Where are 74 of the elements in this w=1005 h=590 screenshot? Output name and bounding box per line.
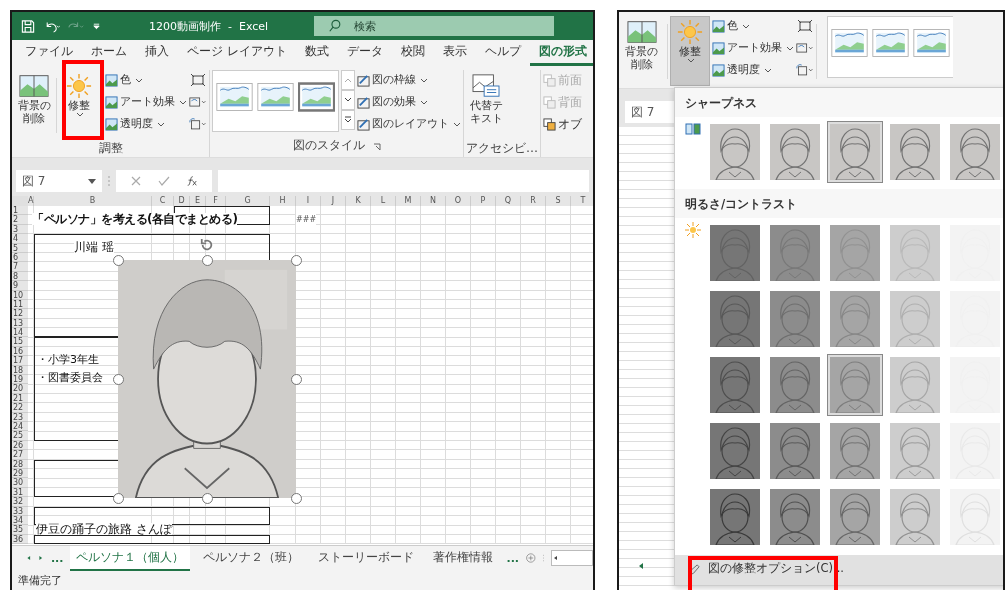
column-header[interactable]: J <box>321 196 346 206</box>
name-box[interactable]: 図 7 <box>625 101 675 123</box>
more-sheets-button[interactable]: ... <box>50 551 64 565</box>
row-header[interactable]: 7 <box>12 262 28 272</box>
column-header[interactable]: B <box>34 196 152 206</box>
ribbon-tab[interactable]: 校閲 <box>391 40 434 66</box>
column-header[interactable]: P <box>471 196 496 206</box>
cell-text: ### <box>296 214 317 227</box>
window-title: 1200動画制作 - Excel <box>149 18 269 34</box>
status-text: 準備完了 <box>18 572 62 588</box>
menu-section-title: シャープネス <box>675 88 1003 117</box>
row-header[interactable]: 22 <box>12 403 28 413</box>
sheet-tab[interactable]: ペルソナ１（個人） <box>70 545 191 571</box>
name-box[interactable]: 図 7 <box>16 170 102 192</box>
ribbon-command[interactable]: アート効果 <box>105 92 187 112</box>
row-header[interactable]: 15 <box>12 337 28 347</box>
row-header[interactable]: 5 <box>12 243 28 253</box>
row-header[interactable]: 30 <box>12 478 28 488</box>
group-label: 調整 <box>97 140 124 157</box>
row-header[interactable]: 27 <box>12 450 28 460</box>
ribbon-tab[interactable]: 図の形式 <box>529 40 593 66</box>
ribbon-tab[interactable]: データ <box>337 40 392 66</box>
row-header[interactable]: 17 <box>12 356 28 366</box>
ribbon-command[interactable]: 透明度 <box>712 60 794 80</box>
ribbon-tab[interactable]: ページ レイアウト <box>178 40 296 66</box>
ribbon-tab[interactable]: ホーム <box>82 40 136 66</box>
ribbon-command[interactable]: 図の枠線 <box>357 70 461 90</box>
row-header[interactable]: 20 <box>12 384 28 394</box>
ribbon-tab[interactable]: 挿入 <box>136 40 178 66</box>
ribbon-command[interactable]: 図のレイアウト <box>357 114 461 134</box>
ribbon-command[interactable]: 透明度 <box>105 114 187 134</box>
column-header[interactable]: E <box>190 196 206 206</box>
remove-background-button[interactable]: 背景の削除 <box>14 70 54 140</box>
ribbon-tab[interactable]: ヘルプ <box>475 40 530 66</box>
column-header[interactable]: T <box>571 196 593 206</box>
ribbon-command[interactable]: アート効果 <box>712 38 794 58</box>
remove-background-button[interactable]: 背景の削除 <box>619 16 665 86</box>
row-header[interactable]: 23 <box>12 412 28 422</box>
more-sheets-button[interactable]: ... <box>506 551 520 565</box>
corrections-button[interactable]: 修整 <box>59 70 99 140</box>
row-header[interactable]: 2 <box>12 215 28 225</box>
group-label: 図のスタイル <box>292 137 365 154</box>
cell-text: ・小学3年生 <box>37 353 99 366</box>
ribbon-command[interactable]: 図の効果 <box>357 92 461 112</box>
cell-text: ・図書委員会 <box>37 372 103 385</box>
row-header[interactable]: 12 <box>12 309 28 319</box>
row-header[interactable]: 25 <box>12 431 28 441</box>
column-header[interactable]: F <box>206 196 226 206</box>
column-header[interactable]: R <box>521 196 546 206</box>
ribbon-command[interactable]: 色 <box>712 16 794 36</box>
column-header[interactable]: D <box>174 196 190 206</box>
menu-section-title: 明るさ/コントラスト <box>675 189 1003 218</box>
column-header[interactable]: S <box>546 196 571 206</box>
row-header[interactable]: 10 <box>12 290 28 300</box>
row-header[interactable]: 4 <box>12 234 28 244</box>
sheet-tab[interactable]: ペルソナ２（班） <box>197 545 306 571</box>
column-header[interactable]: L <box>371 196 396 206</box>
row-header[interactable]: 9 <box>12 281 28 291</box>
sheet-tab[interactable]: ストーリーボード <box>312 545 421 571</box>
ribbon-command[interactable]: 色 <box>105 70 187 90</box>
column-header[interactable]: C <box>152 196 174 206</box>
ribbon-tab[interactable]: 表示 <box>433 40 476 66</box>
row-header[interactable]: 32 <box>12 497 28 507</box>
column-header[interactable]: I <box>296 196 321 206</box>
search-field[interactable]: 検索 <box>314 16 555 36</box>
ribbon-tab[interactable]: 数式 <box>295 40 338 66</box>
row-header[interactable]: 35 <box>12 525 28 535</box>
column-header[interactable]: G <box>226 196 270 206</box>
ribbon-tab[interactable]: ファイル <box>16 40 82 66</box>
group-label: アクセシビ… <box>466 140 538 157</box>
alt-text-button[interactable]: 代替テキスト <box>466 70 506 140</box>
ribbon-command[interactable]: オブ <box>543 114 582 134</box>
sheet-tab[interactable]: 著作権情報 <box>427 545 500 571</box>
corrections-button[interactable]: 修整 <box>670 16 710 86</box>
